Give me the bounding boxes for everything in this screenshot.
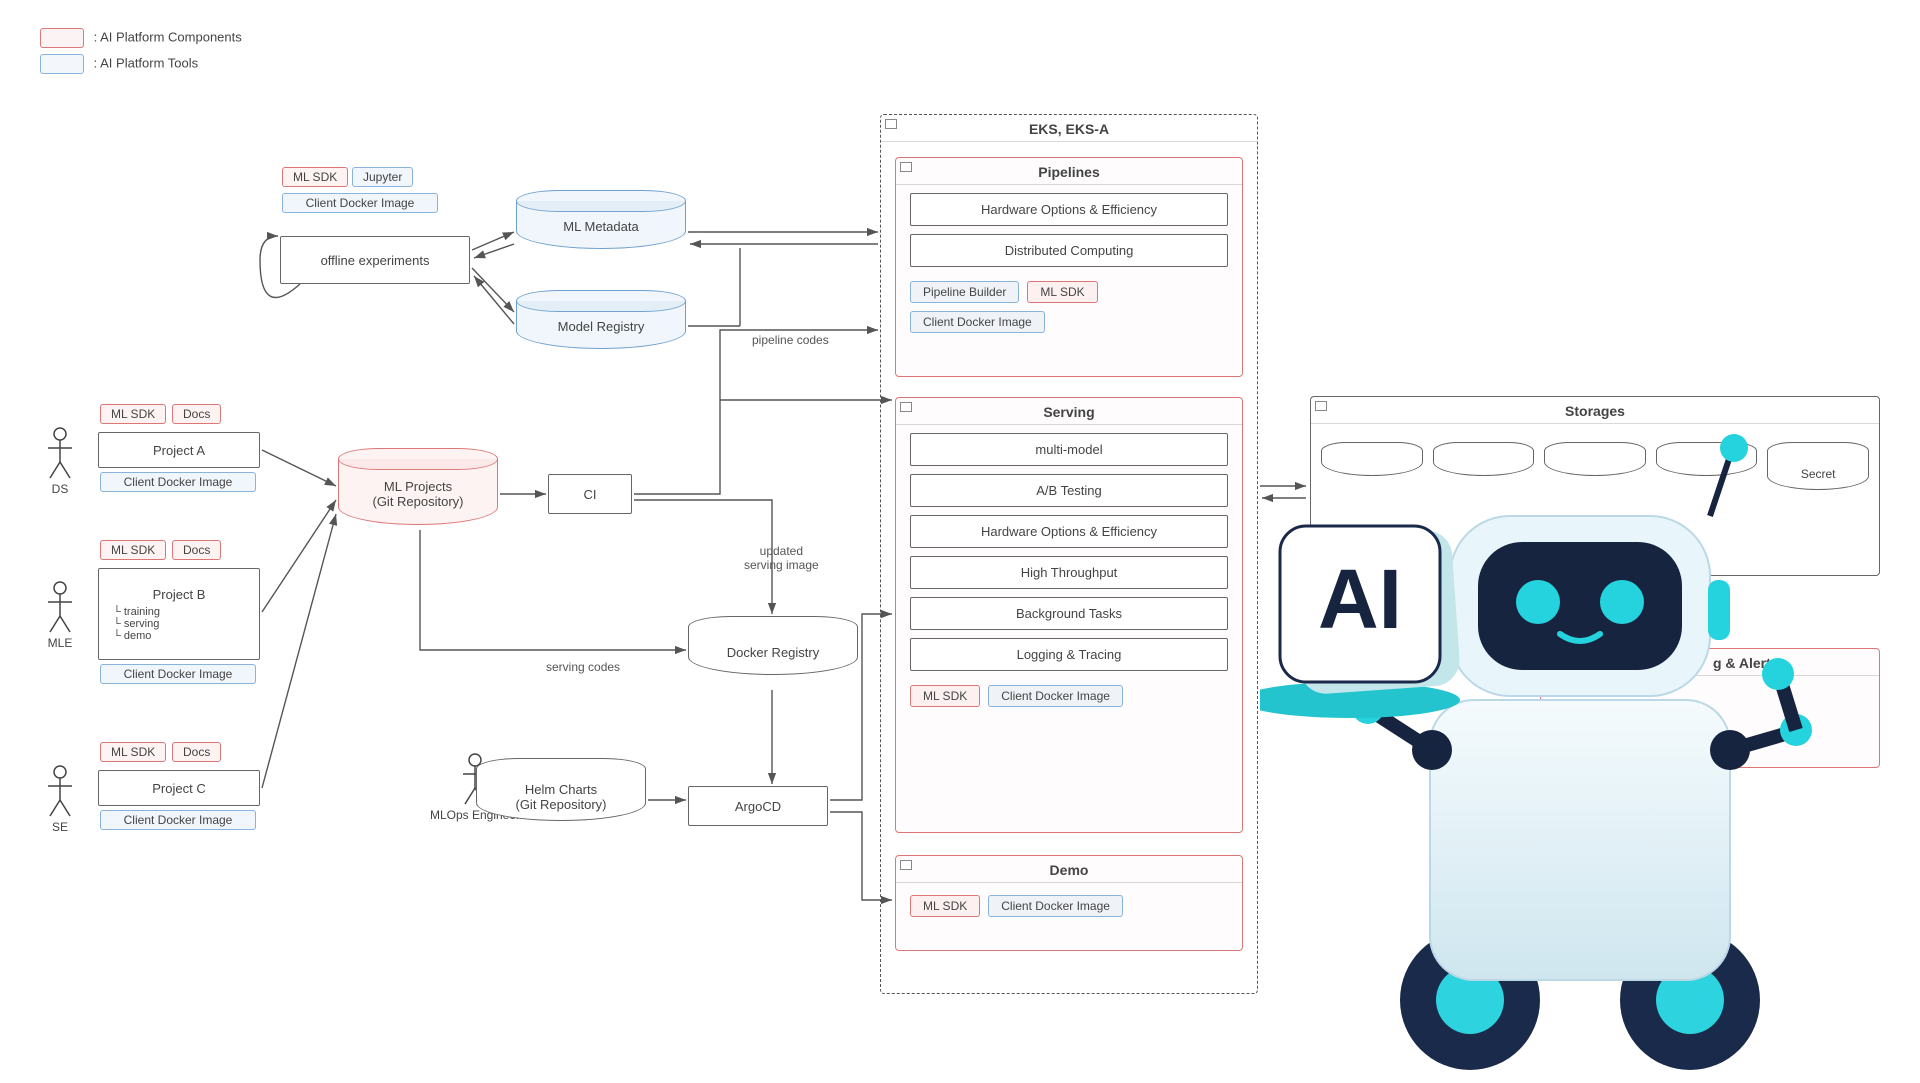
- project-b-sub-demo: demo: [124, 630, 152, 642]
- serving-title: Serving: [896, 398, 1242, 425]
- demo-sdk-tag: ML SDK: [910, 895, 980, 917]
- project-b-docs: Docs: [172, 540, 221, 560]
- actor-ds-label: DS: [52, 482, 69, 496]
- actor-se-label: SE: [52, 820, 68, 834]
- argocd-box: ArgoCD: [688, 786, 828, 826]
- docker-registry-label: Docker Registry: [727, 645, 819, 660]
- serving-item-throughput: High Throughput: [910, 556, 1228, 589]
- actor-se: SE: [40, 764, 80, 834]
- project-a-docker: Client Docker Image: [100, 472, 256, 492]
- notch-icon: [900, 402, 912, 412]
- ai-robot-illustration: AI: [1260, 280, 1900, 1080]
- serving-sdk-tag: ML SDK: [910, 685, 980, 707]
- project-c-box: Project C: [98, 770, 260, 806]
- project-c-label: Project C: [152, 781, 205, 796]
- offline-experiments-label: offline experiments: [321, 253, 430, 268]
- project-c-docs: Docs: [172, 742, 221, 762]
- actor-ds: DS: [40, 426, 80, 496]
- ml-metadata-cylinder: ML Metadata: [516, 190, 686, 249]
- project-a-sdk: ML SDK: [100, 404, 166, 424]
- project-b-sub-serving: serving: [124, 618, 159, 630]
- legend: : AI Platform Components : AI Platform T…: [40, 28, 242, 80]
- project-b-box: Project B └ training └ serving └ demo: [98, 568, 260, 660]
- pipelines-docker-tag: Client Docker Image: [910, 311, 1045, 333]
- ml-projects-label: ML Projects (Git Repository): [372, 479, 463, 509]
- label-updated-serving: updated serving image: [744, 544, 819, 572]
- demo-cluster: Demo ML SDK Client Docker Image: [895, 855, 1243, 951]
- pipelines-item-hardware: Hardware Options & Efficiency: [910, 193, 1228, 226]
- notch-icon: [900, 162, 912, 172]
- serving-item-hardware: Hardware Options & Efficiency: [910, 515, 1228, 548]
- project-a-docs: Docs: [172, 404, 221, 424]
- legend-swatch-blue: [40, 54, 84, 74]
- eks-cluster: EKS, EKS-A Pipelines Hardware Options & …: [880, 114, 1258, 994]
- pipeline-builder-tag: Pipeline Builder: [910, 281, 1019, 303]
- project-a-box: Project A: [98, 432, 260, 468]
- svg-text:AI: AI: [1318, 552, 1402, 646]
- tag-client-docker: Client Docker Image: [282, 193, 438, 213]
- legend-components-label: : AI Platform Components: [94, 29, 242, 44]
- ci-label: CI: [584, 487, 597, 502]
- project-b-docker: Client Docker Image: [100, 664, 256, 684]
- project-b-label: Project B: [153, 587, 206, 602]
- model-registry-cylinder: Model Registry: [516, 290, 686, 349]
- model-registry-label: Model Registry: [558, 319, 645, 334]
- ml-metadata-label: ML Metadata: [563, 219, 638, 234]
- tag-jupyter: Jupyter: [352, 167, 413, 187]
- pipelines-item-distributed: Distributed Computing: [910, 234, 1228, 267]
- serving-item-background: Background Tasks: [910, 597, 1228, 630]
- serving-cluster: Serving multi-model A/B Testing Hardware…: [895, 397, 1243, 833]
- legend-swatch-red: [40, 28, 84, 48]
- serving-docker-tag: Client Docker Image: [988, 685, 1123, 707]
- pipelines-cluster: Pipelines Hardware Options & Efficiency …: [895, 157, 1243, 377]
- notch-icon: [900, 860, 912, 870]
- offline-experiments-box: offline experiments: [280, 236, 470, 284]
- eks-title: EKS, EKS-A: [881, 115, 1257, 142]
- serving-item-multimodel: multi-model: [910, 433, 1228, 466]
- ci-box: CI: [548, 474, 632, 514]
- notch-icon: [885, 119, 897, 129]
- ml-projects-cylinder: ML Projects (Git Repository): [338, 448, 498, 525]
- project-c-docker: Client Docker Image: [100, 810, 256, 830]
- legend-components: : AI Platform Components: [40, 28, 242, 48]
- serving-item-abtesting: A/B Testing: [910, 474, 1228, 507]
- project-a-label: Project A: [153, 443, 205, 458]
- actor-mle: MLE: [40, 580, 80, 650]
- label-pipeline-codes: pipeline codes: [752, 333, 829, 347]
- pipelines-sdk-tag: ML SDK: [1027, 281, 1097, 303]
- legend-tools-label: : AI Platform Tools: [94, 55, 199, 70]
- serving-item-logging: Logging & Tracing: [910, 638, 1228, 671]
- argocd-label: ArgoCD: [735, 799, 781, 814]
- project-b-sub-training: training: [124, 606, 160, 618]
- tag-ml-sdk: ML SDK: [282, 167, 348, 187]
- pipelines-title: Pipelines: [896, 158, 1242, 185]
- label-serving-codes: serving codes: [546, 660, 620, 674]
- project-b-sdk: ML SDK: [100, 540, 166, 560]
- demo-docker-tag: Client Docker Image: [988, 895, 1123, 917]
- docker-registry-cylinder: Docker Registry: [688, 616, 858, 675]
- helm-charts-cylinder: Helm Charts (Git Repository): [476, 758, 646, 821]
- demo-title: Demo: [896, 856, 1242, 883]
- helm-charts-label: Helm Charts (Git Repository): [515, 782, 606, 812]
- actor-mle-label: MLE: [48, 636, 73, 650]
- project-c-sdk: ML SDK: [100, 742, 166, 762]
- legend-tools: : AI Platform Tools: [40, 54, 242, 74]
